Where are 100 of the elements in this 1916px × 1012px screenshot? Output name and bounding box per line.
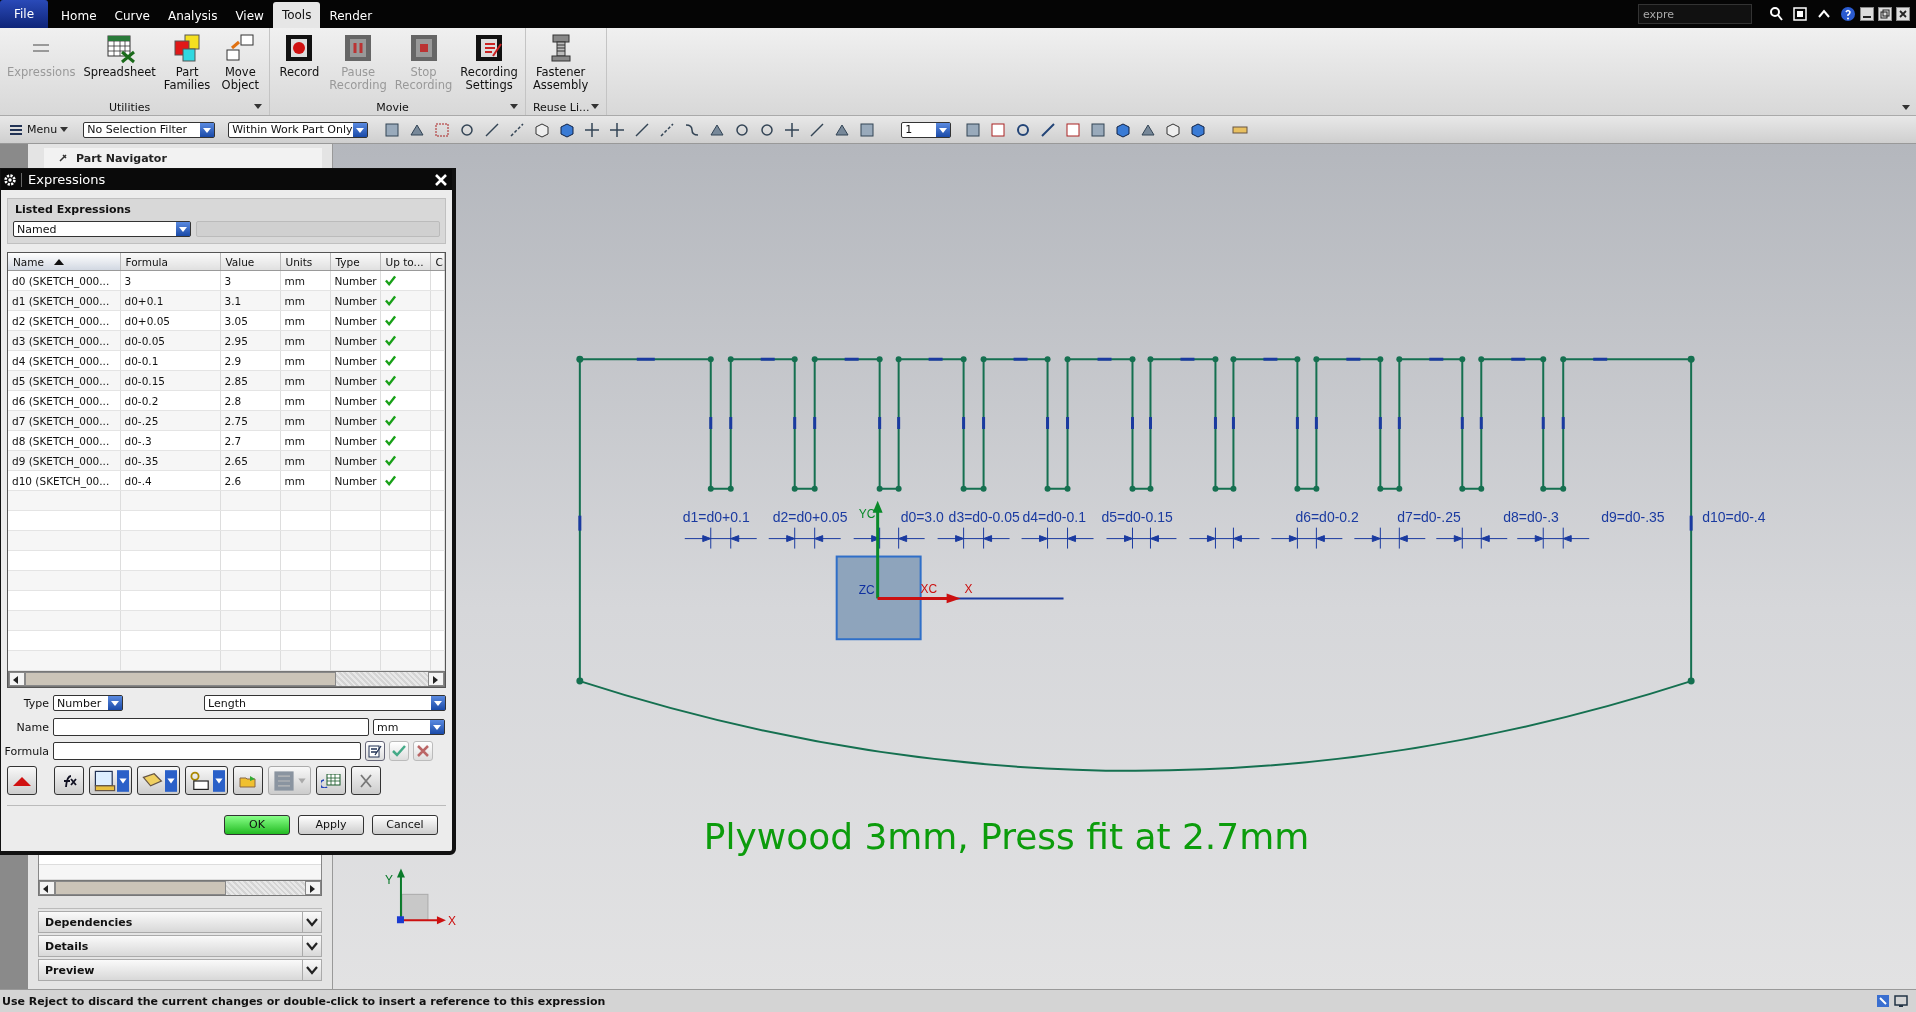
dimension-label[interactable]: d3=d0-0.05 — [948, 508, 1020, 525]
dimension-label[interactable]: d6=d0-0.2 — [1295, 508, 1359, 525]
table-cell: 2.7 — [220, 430, 280, 451]
table-cell: d0-0.1 — [120, 350, 220, 371]
table-cell: 2.9 — [220, 350, 280, 371]
dimension-label[interactable]: d0=3.0 — [900, 508, 944, 525]
column-header[interactable]: Up to... — [380, 253, 430, 271]
close-icon[interactable] — [1896, 7, 1910, 21]
help-icon[interactable] — [1840, 6, 1856, 22]
column-header[interactable]: Value — [220, 253, 280, 271]
ribbon-button[interactable]: Spreadsheet — [79, 28, 160, 99]
chevron-icon — [306, 941, 318, 951]
selection-icon[interactable] — [1876, 994, 1890, 1008]
ribbon-button[interactable]: Record — [273, 28, 326, 99]
menu-tab[interactable]: Tools — [272, 2, 321, 28]
fit-icon[interactable] — [1792, 6, 1808, 22]
dimension-label[interactable]: d4=d0-0.1 — [1022, 508, 1086, 525]
menu-button[interactable]: Menu — [6, 121, 73, 138]
function-button[interactable] — [54, 766, 84, 795]
menu-tab[interactable]: Analysis — [158, 4, 227, 28]
dialog-button[interactable]: OK — [224, 815, 290, 835]
selection-icon[interactable] — [434, 121, 451, 138]
ribbon-button[interactable]: Fastener Assembly — [528, 28, 593, 99]
curve-icon[interactable] — [684, 121, 701, 138]
dimension-label[interactable]: d8=d0-.3 — [1503, 508, 1559, 525]
menu-tab[interactable]: Home — [52, 4, 106, 28]
dimension-label[interactable]: d10=d0-.4 — [1702, 508, 1766, 525]
dialog-button[interactable]: Apply — [298, 815, 364, 835]
gear-icon[interactable] — [3, 172, 22, 187]
type-dropdown[interactable]: Number — [53, 695, 123, 711]
wireframe-view-icon[interactable] — [534, 121, 551, 138]
table-cell: 2.6 — [220, 470, 280, 491]
dimension-label[interactable]: d1=d0+0.1 — [682, 508, 750, 525]
column-header[interactable]: Formula — [120, 253, 220, 271]
caret-icon[interactable] — [509, 104, 518, 110]
scope-dropdown[interactable]: Within Work Part Only — [228, 121, 369, 138]
caret-icon[interactable] — [1902, 105, 1910, 111]
panel-header[interactable]: Dependencies — [38, 911, 322, 933]
layer-dropdown[interactable]: 1 — [901, 121, 952, 138]
checkmark-icon — [391, 743, 407, 759]
link-button[interactable] — [185, 766, 228, 795]
caret-icon[interactable] — [591, 104, 600, 110]
table-cell: 3.05 — [220, 310, 280, 331]
column-header[interactable]: Name — [8, 253, 120, 271]
axis-label: ZC — [858, 583, 875, 598]
table-cell: mm — [280, 390, 330, 411]
menu-tab[interactable]: View — [226, 4, 273, 28]
table-cell: Number — [330, 430, 380, 451]
filter-dropdown[interactable]: Named — [13, 221, 191, 237]
line-icon[interactable] — [634, 121, 651, 138]
delete-button[interactable] — [351, 766, 381, 795]
units-dropdown[interactable]: mm — [373, 719, 445, 735]
slash-icon[interactable] — [809, 121, 826, 138]
caret-icon[interactable] — [254, 104, 263, 110]
tag-button[interactable] — [137, 766, 180, 795]
reject-button[interactable] — [413, 741, 433, 761]
measure-button[interactable] — [89, 766, 132, 795]
dash-line-icon[interactable] — [659, 121, 676, 138]
formula-field[interactable] — [53, 742, 361, 760]
cube-icon[interactable] — [1115, 121, 1132, 138]
dimensionality-dropdown[interactable]: Length — [204, 695, 446, 711]
table-cell: Number — [330, 310, 380, 331]
column-header[interactable]: Type — [330, 253, 380, 271]
edit-formula-button[interactable] — [365, 741, 385, 761]
horizontal-scrollbar[interactable] — [38, 880, 322, 896]
shaded-view-icon[interactable] — [559, 121, 576, 138]
ribbon-button[interactable]: Recording Settings — [456, 28, 522, 99]
table-cell: Number — [330, 350, 380, 371]
search-field[interactable]: expre — [1638, 4, 1752, 24]
menu-tab[interactable]: Render — [320, 4, 382, 28]
chevron-icon — [306, 965, 318, 975]
open-folder-button[interactable] — [233, 766, 263, 795]
menu-tab[interactable]: Curve — [105, 4, 159, 28]
spreadsheet-icon — [321, 773, 341, 788]
table-cell: 3 — [220, 270, 280, 291]
menu-tab[interactable]: File — [0, 0, 49, 28]
panel-header[interactable]: Details — [38, 935, 322, 957]
panel-header[interactable]: Preview — [38, 959, 322, 981]
circle-icon[interactable] — [759, 121, 776, 138]
navigator-tab[interactable]: Part Navigator — [44, 148, 322, 168]
horizontal-scrollbar[interactable] — [8, 671, 445, 687]
dimension-label[interactable]: d5=d0-0.15 — [1101, 508, 1173, 525]
monitor-icon[interactable] — [1894, 994, 1908, 1008]
column-header[interactable]: Units — [280, 253, 330, 271]
minimize-icon[interactable] — [1860, 7, 1874, 21]
dialog-button[interactable]: Cancel — [372, 815, 438, 835]
ribbon-button[interactable]: Part Families — [159, 28, 215, 99]
dimension-label[interactable]: d7=d0-.25 — [1397, 508, 1461, 525]
list-button[interactable] — [268, 766, 311, 795]
spreadsheet-button[interactable] — [316, 766, 346, 795]
dimension-label[interactable]: d2=d0+0.05 — [772, 508, 848, 525]
ribbon-button[interactable]: Move Object — [214, 28, 267, 99]
plus-icon[interactable] — [784, 121, 801, 138]
collapse-button[interactable] — [7, 766, 37, 795]
selection-filter-dropdown[interactable]: No Selection Filter — [83, 121, 216, 138]
search-icon[interactable] — [1768, 6, 1784, 22]
name-field[interactable] — [53, 718, 369, 736]
table-cell: d6 (SKETCH_000... — [8, 390, 120, 411]
dimension-label[interactable]: d9=d0-.35 — [1601, 508, 1665, 525]
restore-icon[interactable] — [1878, 7, 1892, 21]
